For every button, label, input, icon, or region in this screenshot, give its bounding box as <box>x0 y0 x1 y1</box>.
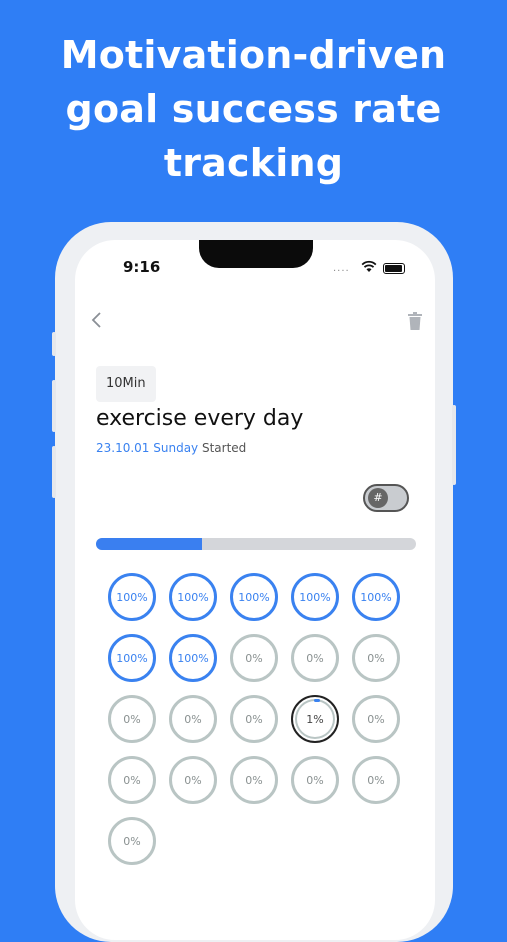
wifi-icon <box>361 260 377 272</box>
day-progress-circle[interactable]: 0% <box>230 756 278 804</box>
start-date: 23.10.01 Sunday <box>96 441 199 455</box>
day-progress-circle[interactable]: 0% <box>169 695 217 743</box>
phone-side-button <box>52 446 56 498</box>
day-progress-circle[interactable]: 100% <box>230 573 278 621</box>
trash-icon[interactable] <box>407 312 423 330</box>
phone-side-button <box>52 380 56 432</box>
day-progress-circle[interactable]: 0% <box>352 695 400 743</box>
headline-line-1: Motivation-driven <box>60 33 447 77</box>
hash-icon: # <box>368 488 388 508</box>
start-label: Started <box>201 441 247 455</box>
success-progress-bar <box>96 538 416 550</box>
day-progress-circle[interactable]: 0% <box>352 756 400 804</box>
day-progress-circle[interactable]: 0% <box>230 695 278 743</box>
day-progress-circle[interactable]: 100% <box>352 573 400 621</box>
day-progress-circle[interactable]: 100% <box>169 634 217 682</box>
day-progress-circle[interactable]: 100% <box>291 573 339 621</box>
day-progress-circle[interactable]: 0% <box>108 695 156 743</box>
battery-icon <box>383 263 405 274</box>
status-time: 9:16 <box>123 258 161 276</box>
day-progress-circle[interactable]: 0% <box>169 756 217 804</box>
cellular-signal-icon: ···· <box>333 266 350 277</box>
duration-chip: 10Min <box>96 366 156 402</box>
phone-side-button <box>52 332 56 356</box>
day-progress-circle[interactable]: 100% <box>169 573 217 621</box>
headline-line-3: tracking <box>163 141 344 185</box>
progress-fill <box>96 538 202 550</box>
chevron-left-icon[interactable] <box>89 312 105 328</box>
day-progress-circle[interactable]: 0% <box>108 817 156 865</box>
day-progress-circle[interactable]: 1% <box>291 695 339 743</box>
day-progress-circle[interactable]: 0% <box>291 756 339 804</box>
day-progress-circle[interactable]: 100% <box>108 634 156 682</box>
day-progress-circle[interactable]: 0% <box>108 756 156 804</box>
day-progress-circle[interactable]: 0% <box>291 634 339 682</box>
hashtag-toggle[interactable]: # <box>363 484 409 512</box>
promo-headline: Motivation-driven goal success rate trac… <box>0 28 507 190</box>
daily-progress-grid: 100% 100% 100% 100% 100% 100% 100% 0% 0% 0% 0% 0% 0%… <box>108 573 408 873</box>
day-progress-circle[interactable]: 0% <box>230 634 278 682</box>
headline-line-2: goal success rate <box>65 87 442 131</box>
day-progress-circle[interactable]: 100% <box>108 573 156 621</box>
start-info: 23.10.01 Sunday Started <box>96 441 246 455</box>
app-screen: 9:16 ···· 10Min exercise every day 23.10… <box>75 240 435 940</box>
day-progress-circle[interactable]: 0% <box>352 634 400 682</box>
phone-side-button <box>452 405 456 485</box>
phone-notch <box>199 240 313 268</box>
status-icons: ···· <box>333 260 413 277</box>
goal-title: exercise every day <box>96 406 304 431</box>
